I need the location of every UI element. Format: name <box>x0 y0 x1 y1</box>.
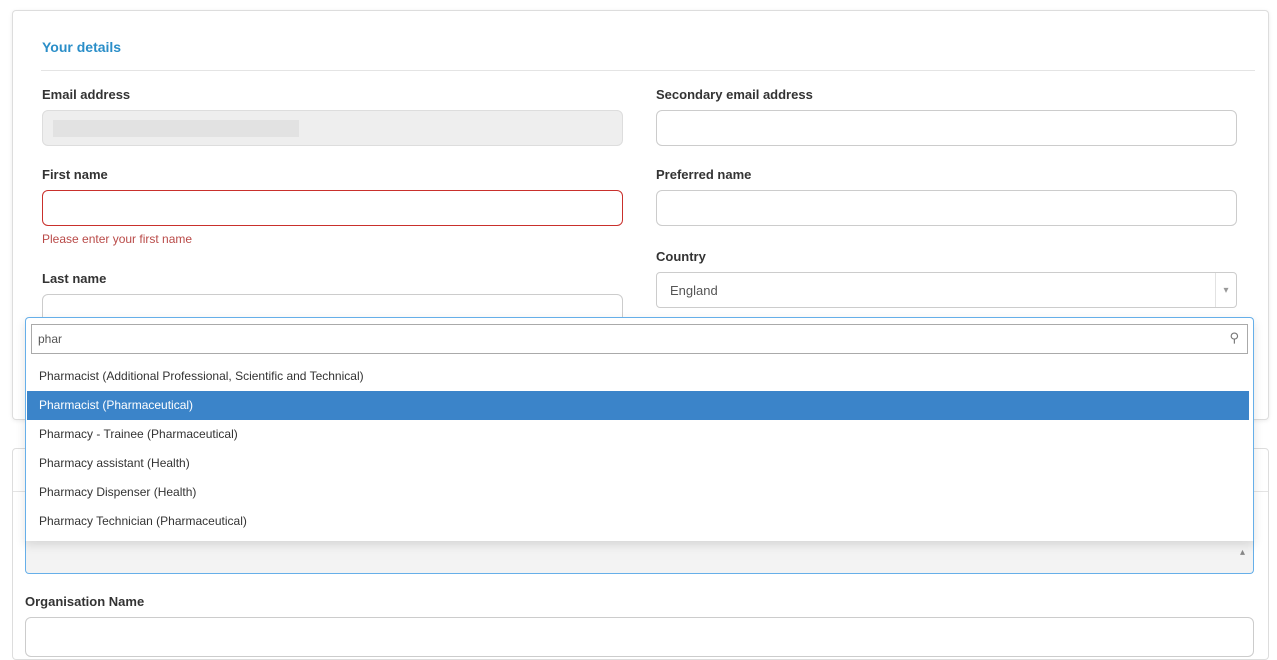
first-name-error: Please enter your first name <box>42 232 193 246</box>
chevron-up-icon: ▴ <box>1239 547 1245 558</box>
secondary-email-field[interactable] <box>656 110 1237 146</box>
last-name-label: Last name <box>42 271 107 286</box>
job-role-select[interactable]: ▴ <box>25 540 1254 574</box>
search-typed-text: phar <box>38 332 63 346</box>
search-icon: ⚲ <box>1229 330 1239 345</box>
email-value-redacted <box>53 120 299 137</box>
preferred-name-field[interactable] <box>656 190 1237 226</box>
country-label: Country <box>656 249 706 264</box>
email-field <box>42 110 623 146</box>
job-role-dropdown: phar ⚲ Pharmacist (Additional Profession… <box>25 317 1254 541</box>
dropdown-results: Pharmacist (Additional Professional, Sci… <box>27 362 1249 536</box>
preferred-name-label: Preferred name <box>656 167 752 182</box>
organisation-name-label: Organisation Name <box>25 594 145 609</box>
first-name-label: First name <box>42 167 108 182</box>
divider <box>41 70 1255 71</box>
email-label: Email address <box>42 87 131 102</box>
dropdown-option[interactable]: Pharmacist (Additional Professional, Sci… <box>27 362 1249 391</box>
country-value: England <box>670 283 718 298</box>
dropdown-option[interactable]: Pharmacy assistant (Health) <box>27 449 1249 478</box>
country-select[interactable]: England ▾ <box>656 272 1237 308</box>
dropdown-option[interactable]: Pharmacy Dispenser (Health) <box>27 478 1249 507</box>
panel-heading: Your details <box>42 39 122 55</box>
dropdown-option-highlighted[interactable]: Pharmacist (Pharmaceutical) <box>27 391 1249 420</box>
organisation-name-field[interactable] <box>25 617 1254 657</box>
dropdown-option[interactable]: Pharmacy - Trainee (Pharmaceutical) <box>27 420 1249 449</box>
secondary-email-label: Secondary email address <box>656 87 813 102</box>
chevron-down-icon: ▾ <box>1215 273 1236 307</box>
dropdown-search-input[interactable]: phar ⚲ <box>31 324 1248 354</box>
first-name-field[interactable] <box>42 190 623 226</box>
dropdown-option[interactable]: Pharmacy Technician (Pharmaceutical) <box>27 507 1249 536</box>
